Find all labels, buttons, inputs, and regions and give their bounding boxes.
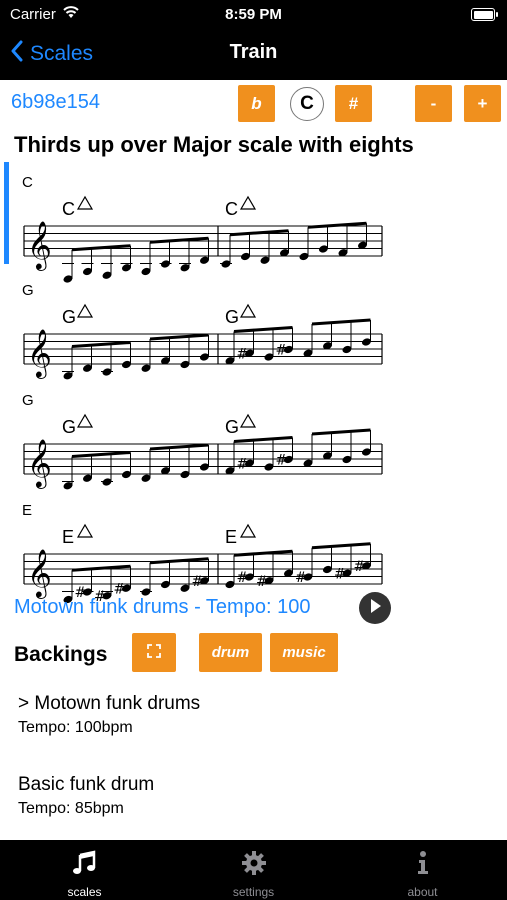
treble-clef-icon: 𝄞 [27, 548, 52, 599]
tab-label: about [407, 885, 438, 899]
sharp-sign: # [276, 343, 288, 359]
major-triangle-icon [239, 413, 257, 428]
beam [307, 221, 367, 229]
sharp-sign: # [192, 574, 204, 590]
tab-scales[interactable]: scales [0, 840, 169, 900]
backings-title: Backings [14, 643, 108, 666]
major-triangle-icon [76, 523, 94, 538]
beam [229, 229, 289, 237]
beam [71, 341, 131, 348]
fullscreen-button[interactable] [132, 633, 176, 672]
major-triangle-icon [76, 195, 94, 210]
beam [149, 333, 209, 341]
tempo-plus-button[interactable]: + [464, 85, 501, 122]
treble-clef-icon: 𝄞 [27, 438, 52, 489]
sharp-sign: # [114, 581, 126, 597]
beam [233, 326, 293, 333]
chord-symbol: C [62, 199, 75, 219]
tab-label: scales [67, 885, 102, 899]
tempo-minus-button[interactable]: - [415, 85, 452, 122]
sharp-sign: # [334, 566, 346, 582]
page-title: Train [229, 41, 278, 63]
beam [149, 443, 209, 451]
sharp-sign: # [237, 346, 249, 362]
natural-key-button[interactable]: C [290, 87, 324, 121]
sharp-sign: # [237, 456, 249, 472]
major-triangle-icon [76, 303, 94, 318]
status-time: 8:59 PM [225, 6, 282, 23]
beam [149, 236, 209, 244]
flat-button[interactable]: b [238, 85, 275, 122]
beam [71, 244, 131, 252]
beam [233, 549, 293, 557]
backing-tempo: Tempo: 85bpm [18, 800, 124, 817]
sharp-sign: # [295, 570, 307, 586]
beam [149, 557, 209, 565]
tab-settings[interactable]: settings [169, 840, 338, 900]
chord-symbol: E [225, 527, 237, 547]
major-triangle-icon [239, 523, 257, 538]
major-triangle-icon [76, 413, 94, 428]
play-button[interactable] [359, 592, 391, 624]
navigation-bar: Scales Train [0, 30, 507, 80]
chord-symbol: E [62, 527, 74, 547]
chord-symbol: G [225, 307, 239, 327]
sharp-sign: # [276, 453, 288, 469]
music-filter-button[interactable]: music [270, 633, 338, 672]
scale-id-link[interactable]: 6b98e154 [11, 91, 100, 114]
beam [71, 451, 131, 458]
music-notation: G G 𝄞 # # [23, 413, 383, 490]
beam [233, 436, 293, 443]
backing-item[interactable]: > Motown funk drums Tempo: 100bpm [18, 693, 200, 737]
beam [311, 542, 371, 550]
staff-line-1[interactable]: C C C 𝄞 [0, 174, 420, 286]
backing-tempo: Tempo: 100bpm [18, 719, 133, 736]
info-icon [338, 850, 507, 878]
gear-icon [169, 850, 338, 878]
expand-icon [147, 643, 161, 662]
tab-label: settings [232, 885, 275, 899]
chord-symbol: G [225, 417, 239, 437]
beam [311, 318, 371, 326]
backing-name: Basic funk drum [18, 774, 155, 795]
music-note-icon [0, 850, 169, 878]
music-notation: G G 𝄞 # # [23, 303, 383, 380]
major-triangle-icon [239, 303, 257, 318]
treble-clef-icon: 𝄞 [27, 220, 52, 271]
sharp-sign: # [237, 570, 249, 586]
sharp-sign: # [256, 574, 268, 590]
beam [311, 428, 371, 436]
chord-symbol: C [225, 199, 238, 219]
backing-name: > Motown funk drums [18, 693, 201, 714]
battery-icon [471, 8, 498, 21]
major-triangle-icon [239, 195, 257, 210]
staff-line-3[interactable]: G G G 𝄞 # # [0, 392, 420, 504]
scale-toolbar: 6b98e154 b C # - + [0, 85, 507, 123]
staff-line-2[interactable]: G G G 𝄞 # # [0, 282, 420, 394]
sharp-button[interactable]: # [335, 85, 372, 122]
sharp-sign: # [354, 559, 366, 575]
exercise-title: Thirds up over Major scale with eights [14, 132, 414, 157]
current-backing-link[interactable]: Motown funk drums - Tempo: 100 [14, 596, 310, 619]
music-notation: C C 𝄞 [23, 195, 383, 283]
chord-symbol: G [62, 417, 76, 437]
chord-symbol: G [62, 307, 76, 327]
play-icon [368, 598, 382, 619]
status-bar: Carrier 8:59 PM [0, 0, 507, 30]
beam [71, 564, 131, 572]
tab-about[interactable]: about [338, 840, 507, 900]
backing-item[interactable]: Basic funk drum Tempo: 85bpm [18, 774, 154, 818]
tab-bar: scales settings about [0, 840, 507, 900]
treble-clef-icon: 𝄞 [27, 328, 52, 379]
top-bar: Carrier 8:59 PM Scales Train [0, 0, 507, 80]
drum-filter-button[interactable]: drum [199, 633, 262, 672]
